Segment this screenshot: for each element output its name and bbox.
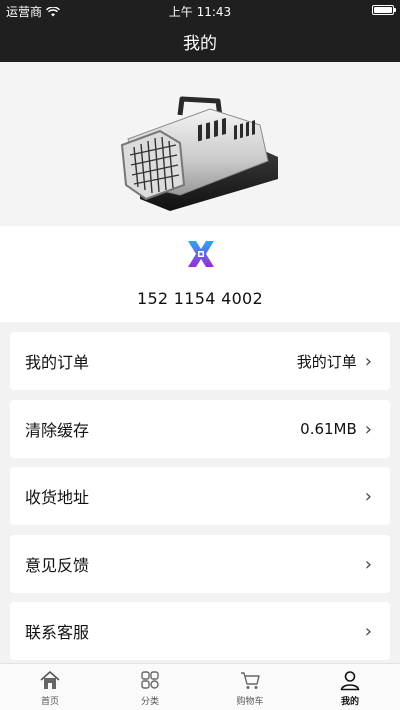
tab-category[interactable]: 分类 xyxy=(100,664,200,710)
page-title: 我的 xyxy=(183,33,217,54)
menu-item-label: 我的订单 xyxy=(25,353,90,372)
chevron-right-icon: › xyxy=(364,553,372,575)
menu-item-address[interactable]: 收货地址 › xyxy=(10,467,390,525)
tab-label: 首页 xyxy=(40,697,59,707)
tab-label: 购物车 xyxy=(236,697,264,707)
tab-cart[interactable]: 购物车 xyxy=(200,664,300,710)
menu-item-label: 联系客服 xyxy=(25,623,90,642)
chevron-right-icon: › xyxy=(364,350,372,372)
brand-logo-icon xyxy=(188,241,214,267)
cart-icon xyxy=(241,672,260,689)
tab-label: 分类 xyxy=(140,697,159,707)
pet-carrier-image xyxy=(120,96,278,211)
tab-home[interactable]: 首页 xyxy=(0,664,100,710)
menu-item-customer-service[interactable]: 联系客服 › xyxy=(10,602,390,660)
menu-item-orders[interactable]: 我的订单 我的订单 › xyxy=(10,332,390,390)
menu-item-clear-cache[interactable]: 清除缓存 0.61MB › xyxy=(10,400,390,458)
chevron-right-icon: › xyxy=(364,620,372,642)
user-phone: 152 1154 4002 xyxy=(136,289,264,308)
chevron-right-icon: › xyxy=(364,485,372,507)
menu-item-value: 我的订单 xyxy=(296,352,357,371)
menu-item-label: 清除缓存 xyxy=(25,421,90,440)
nav-bar: 我的 xyxy=(0,20,400,62)
hero-banner xyxy=(0,62,400,226)
tab-mine[interactable]: 我的 xyxy=(300,664,400,710)
chevron-right-icon: › xyxy=(364,418,372,440)
battery-icon xyxy=(372,5,396,15)
category-icon xyxy=(141,671,159,689)
tab-label: 我的 xyxy=(340,697,359,707)
menu-item-feedback[interactable]: 意见反馈 › xyxy=(10,535,390,593)
home-icon xyxy=(40,671,60,689)
status-bar: 运营商 上午 11:43 xyxy=(0,0,400,20)
profile-section: 152 1154 4002 xyxy=(0,226,400,322)
user-icon xyxy=(340,671,360,691)
tab-bar: 首页 分类 购物车 我的 xyxy=(0,663,400,710)
cache-size-value: 0.61MB xyxy=(300,420,357,438)
menu-item-label: 意见反馈 xyxy=(25,556,90,575)
menu-item-label: 收货地址 xyxy=(25,488,90,507)
status-time: 上午 11:43 xyxy=(168,5,232,19)
